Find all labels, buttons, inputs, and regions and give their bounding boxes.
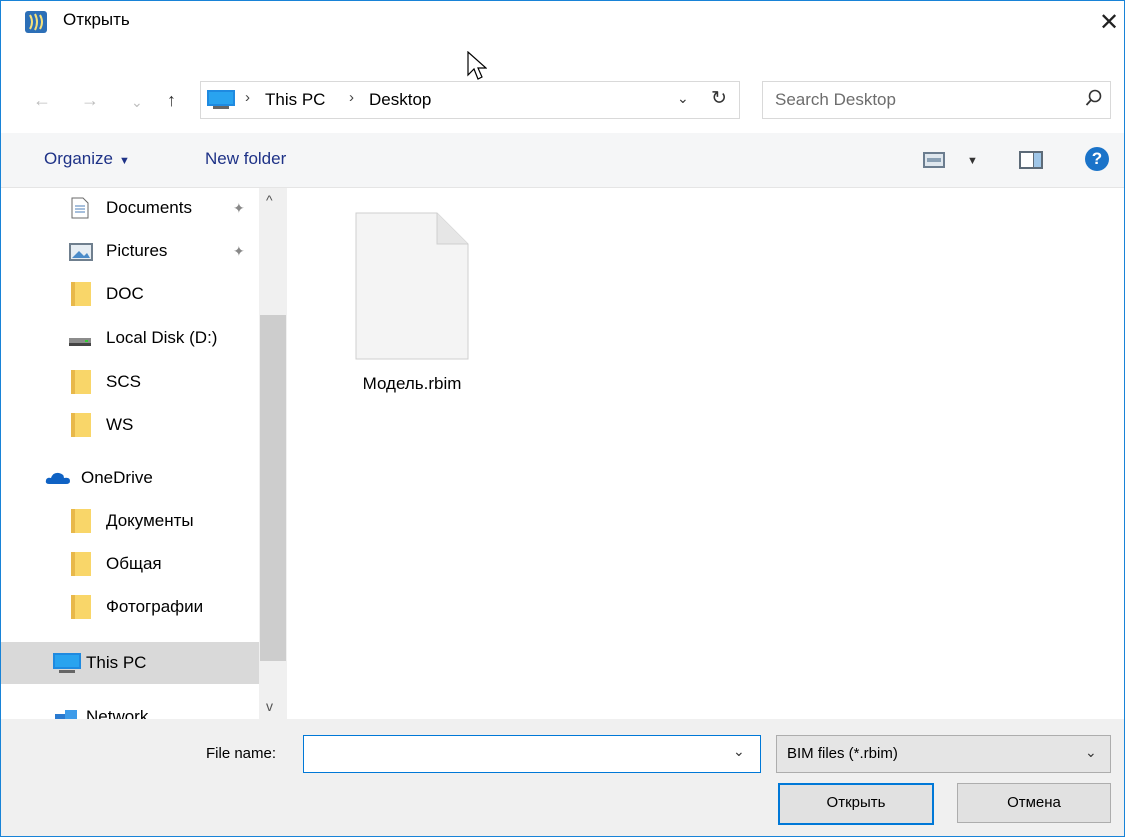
- file-name-label: File name:: [206, 745, 277, 762]
- up-button[interactable]: ↑: [167, 89, 176, 111]
- sidebar-item-ws[interactable]: WS: [1, 405, 259, 445]
- scroll-up-icon[interactable]: ^: [266, 192, 273, 208]
- help-icon[interactable]: ?: [1085, 147, 1109, 171]
- sidebar-item-pictures[interactable]: Pictures ✦: [1, 231, 259, 271]
- sidebar-item-obshchaya[interactable]: Общая: [1, 544, 259, 584]
- view-options-caret-icon[interactable]: ▼: [967, 155, 978, 167]
- folder-icon: [71, 370, 91, 394]
- help-glyph: ?: [1091, 149, 1103, 168]
- folder-icon: [71, 282, 91, 306]
- computer-icon: [207, 90, 235, 109]
- breadcrumb-separator: ›: [245, 89, 250, 106]
- address-dropdown-icon[interactable]: ⌄: [677, 90, 689, 107]
- computer-icon: [53, 653, 81, 673]
- bottom-panel: File name: ⌄ BIM files (*.rbim) ⌄ Открыт…: [1, 719, 1124, 836]
- pin-icon: ✦: [233, 200, 245, 216]
- sidebar-item-label: Local Disk (D:): [106, 328, 218, 347]
- mouse-cursor-icon: [467, 51, 487, 80]
- organize-button[interactable]: Organize ▼: [44, 149, 130, 169]
- file-type-value: BIM files (*.rbim): [787, 745, 898, 762]
- forward-button[interactable]: →: [81, 89, 99, 111]
- sidebar-item-documents[interactable]: Documents ✦: [1, 188, 259, 228]
- sidebar-item-network[interactable]: Network: [1, 698, 259, 719]
- view-options-icon[interactable]: [923, 151, 945, 169]
- sidebar-item-doc[interactable]: DOC: [1, 274, 259, 314]
- sidebar-item-this-pc[interactable]: This PC: [1, 642, 259, 684]
- organize-caret-icon: ▼: [118, 155, 130, 167]
- address-bar[interactable]: › This PC › Desktop ⌄ ↻: [200, 81, 740, 119]
- back-button[interactable]: ←: [33, 89, 51, 111]
- window-title: Открыть: [63, 10, 130, 29]
- sidebar-item-label: OneDrive: [81, 468, 153, 487]
- sidebar-item-label: Documents: [106, 198, 192, 217]
- sidebar-item-label: Фотографии: [106, 597, 204, 616]
- sidebar-item-scs[interactable]: SCS: [1, 362, 259, 402]
- app-icon: [25, 11, 47, 33]
- sidebar-item-dokumenty[interactable]: Документы: [1, 501, 259, 541]
- search-box[interactable]: Search Desktop: [762, 81, 1111, 119]
- sidebar-item-label: SCS: [106, 372, 141, 391]
- breadcrumb-desktop[interactable]: Desktop: [369, 90, 431, 110]
- sidebar-item-fotografii[interactable]: Фотографии: [1, 587, 259, 627]
- breadcrumb-this-pc[interactable]: This PC: [265, 90, 325, 110]
- folder-icon: [71, 509, 91, 533]
- navigation-pane: Documents ✦ Pictures ✦ DOC Local Disk (D…: [1, 188, 291, 719]
- file-list: Модель.rbim: [292, 188, 1124, 719]
- pin-icon: ✦: [233, 243, 245, 259]
- documents-icon: [71, 197, 89, 219]
- file-type-dropdown-icon: ⌄: [1085, 744, 1097, 760]
- sidebar-item-onedrive[interactable]: OneDrive: [1, 458, 259, 498]
- drive-icon: [69, 338, 91, 346]
- title-bar: Открыть ✕: [1, 1, 1124, 41]
- search-input[interactable]: Search Desktop: [775, 90, 896, 110]
- file-icon: [355, 212, 469, 360]
- sidebar-item-label: Network: [86, 707, 149, 719]
- folder-icon: [71, 552, 91, 576]
- preview-pane-icon[interactable]: [1019, 151, 1043, 169]
- open-button[interactable]: Открыть: [778, 783, 934, 825]
- organize-label: Organize: [44, 149, 113, 168]
- network-icon: [55, 710, 77, 719]
- breadcrumb-separator: ›: [349, 89, 354, 106]
- sidebar-item-label: Документы: [106, 511, 194, 530]
- folder-icon: [71, 413, 91, 437]
- refresh-icon[interactable]: ↻: [711, 87, 727, 110]
- navigation-scrollbar[interactable]: ^ v: [259, 188, 287, 719]
- file-name: Модель.rbim: [362, 374, 462, 393]
- command-bar: Organize ▼ New folder ▼ ?: [1, 133, 1124, 188]
- file-item[interactable]: Модель.rbim: [332, 198, 492, 408]
- new-folder-button[interactable]: New folder: [205, 149, 286, 169]
- sidebar-item-label: DOC: [106, 284, 144, 303]
- onedrive-icon: [45, 472, 70, 484]
- file-name-input[interactable]: [303, 735, 761, 773]
- sidebar-item-label: WS: [106, 415, 134, 434]
- close-icon[interactable]: ✕: [1095, 9, 1123, 37]
- scrollbar-thumb[interactable]: [260, 315, 286, 661]
- sidebar-item-local-disk[interactable]: Local Disk (D:): [1, 318, 259, 358]
- file-type-select[interactable]: BIM files (*.rbim) ⌄: [776, 735, 1111, 773]
- folder-icon: [71, 595, 91, 619]
- search-icon[interactable]: [1085, 89, 1103, 109]
- sidebar-item-label: Pictures: [106, 241, 168, 260]
- sidebar-item-label: This PC: [86, 653, 147, 672]
- open-file-dialog: Открыть ✕ ← → ⌄ ↑ › This PC › Desktop ⌄ …: [0, 0, 1125, 837]
- pictures-icon: [69, 243, 93, 261]
- sidebar-item-label: Общая: [106, 554, 162, 573]
- file-name-dropdown-icon[interactable]: ⌄: [733, 743, 745, 760]
- scroll-down-icon[interactable]: v: [266, 698, 273, 714]
- recent-locations-button[interactable]: ⌄: [131, 91, 143, 113]
- cancel-button[interactable]: Отмена: [957, 783, 1111, 823]
